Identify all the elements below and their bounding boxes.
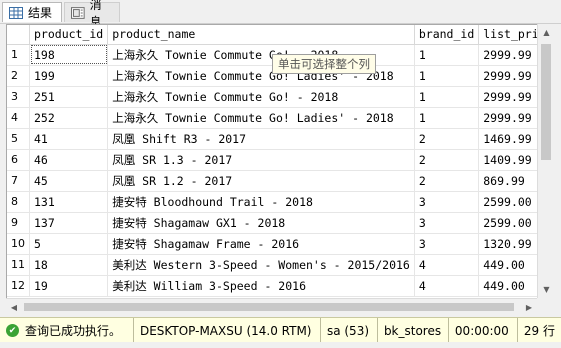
- product-name-cell[interactable]: 美利达 William 3-Speed - 2016: [107, 275, 415, 297]
- product-id-cell[interactable]: 198: [29, 44, 109, 66]
- brand-id-cell[interactable]: 2: [414, 128, 480, 150]
- vertical-scroll-thumb[interactable]: [541, 44, 551, 160]
- product-id-cell[interactable]: 131: [29, 191, 109, 213]
- table-row[interactable]: 7 45 凤凰 SR 1.2 - 2017 2 869.99: [7, 170, 549, 192]
- row-number-cell[interactable]: 8: [7, 191, 30, 213]
- table-row[interactable]: 8 131 捷安特 Bloodhound Trail - 2018 3 2599.00: [7, 191, 549, 213]
- table-row[interactable]: 10 5 捷安特 Shagamaw Frame - 2016 3 1320.99: [7, 233, 549, 255]
- tab-messages[interactable]: 消息: [64, 0, 120, 29]
- scroll-left-icon[interactable]: ◀: [6, 299, 22, 315]
- row-number-cell[interactable]: 5: [7, 128, 30, 150]
- row-number-cell[interactable]: 10: [7, 233, 30, 255]
- product-name-cell[interactable]: 凤凰 SR 1.3 - 2017: [107, 149, 415, 171]
- product-id-cell[interactable]: 19: [29, 275, 109, 297]
- status-server: DESKTOP-MAXSU (14.0 RTM): [134, 318, 321, 343]
- table-row[interactable]: 12 19 美利达 William 3-Speed - 2016 4 449.00: [7, 275, 549, 297]
- status-bar: ✔ 查询已成功执行。 DESKTOP-MAXSU (14.0 RTM) sa (…: [0, 317, 561, 343]
- row-number-cell[interactable]: 2: [7, 65, 30, 87]
- scroll-right-icon[interactable]: ▶: [521, 299, 537, 315]
- brand-id-cell[interactable]: 2: [414, 170, 480, 192]
- table-row[interactable]: 5 41 凤凰 Shift R3 - 2017 2 1469.99: [7, 128, 549, 150]
- status-user: sa (53): [321, 318, 378, 343]
- product-id-cell[interactable]: 252: [29, 107, 109, 129]
- brand-id-cell[interactable]: 3: [414, 233, 480, 255]
- brand-id-cell[interactable]: 1: [414, 86, 480, 108]
- product-id-cell[interactable]: 251: [29, 86, 109, 108]
- row-number-cell[interactable]: 3: [7, 86, 30, 108]
- horizontal-scrollbar[interactable]: ◀ ▶: [6, 298, 537, 315]
- product-name-cell[interactable]: 捷安特 Shagamaw GX1 - 2018: [107, 212, 415, 234]
- table-row[interactable]: 9 137 捷安特 Shagamaw GX1 - 2018 3 2599.00: [7, 212, 549, 234]
- scroll-down-icon[interactable]: ▼: [538, 281, 555, 298]
- brand-id-cell[interactable]: 1: [414, 44, 480, 66]
- product-name-cell[interactable]: 凤凰 Shift R3 - 2017: [107, 128, 415, 150]
- horizontal-scroll-thumb[interactable]: [24, 303, 514, 311]
- product-id-cell[interactable]: 5: [29, 233, 109, 255]
- product-name-cell[interactable]: 上海永久 Townie Commute Go! - 2018: [107, 86, 415, 108]
- results-tab-strip: 结果 消息: [0, 0, 561, 29]
- row-number-cell[interactable]: 4: [7, 107, 30, 129]
- table-row[interactable]: 4 252 上海永久 Townie Commute Go! Ladies' - 20…: [7, 107, 549, 129]
- product-name-cell[interactable]: 上海永久 Townie Commute Go! Ladies' - 2018: [107, 107, 415, 129]
- row-number-cell[interactable]: 1: [7, 44, 30, 66]
- table-row[interactable]: 3 251 上海永久 Townie Commute Go! - 2018 1 2999.…: [7, 86, 549, 108]
- product-id-cell[interactable]: 46: [29, 149, 109, 171]
- window-bottom-edge: [0, 342, 561, 348]
- product-id-cell[interactable]: 18: [29, 254, 109, 276]
- status-elapsed: 00:00:00: [449, 318, 518, 343]
- scroll-up-icon[interactable]: ▲: [538, 24, 555, 41]
- column-header-product-name[interactable]: product_name: [107, 25, 415, 45]
- brand-id-cell[interactable]: 1: [414, 65, 480, 87]
- vertical-scrollbar[interactable]: ▲ ▼: [537, 24, 555, 298]
- grid-icon: [9, 6, 23, 19]
- product-name-cell[interactable]: 美利达 Western 3-Speed - Women's - 2015/201…: [107, 254, 415, 276]
- product-name-cell[interactable]: 凤凰 SR 1.2 - 2017: [107, 170, 415, 192]
- message-icon: [71, 6, 85, 19]
- success-check-icon: ✔: [6, 324, 19, 337]
- brand-id-cell[interactable]: 2: [414, 149, 480, 171]
- status-database: bk_stores: [378, 318, 449, 343]
- status-row-count: 29 行: [523, 324, 555, 338]
- status-message: ✔ 查询已成功执行。: [0, 318, 134, 343]
- column-header-brand-id[interactable]: brand_id: [414, 25, 480, 45]
- tab-results-label: 结果: [28, 6, 53, 20]
- product-id-cell[interactable]: 199: [29, 65, 109, 87]
- brand-id-cell[interactable]: 4: [414, 254, 480, 276]
- status-message-text: 查询已成功执行。: [25, 324, 122, 338]
- row-number-cell[interactable]: 7: [7, 170, 30, 192]
- row-number-cell[interactable]: 11: [7, 254, 30, 276]
- tab-results[interactable]: 结果: [2, 2, 62, 22]
- product-name-cell[interactable]: 捷安特 Shagamaw Frame - 2016: [107, 233, 415, 255]
- column-header-rownum[interactable]: [7, 25, 30, 45]
- table-row[interactable]: 11 18 美利达 Western 3-Speed - Women's - 2015…: [7, 254, 549, 276]
- product-id-cell[interactable]: 41: [29, 128, 109, 150]
- row-number-cell[interactable]: 9: [7, 212, 30, 234]
- scrollbar-corner: [537, 298, 554, 314]
- brand-id-cell[interactable]: 4: [414, 275, 480, 297]
- column-select-tooltip: 单击可选择整个列: [272, 54, 376, 74]
- brand-id-cell[interactable]: 3: [414, 191, 480, 213]
- product-name-cell[interactable]: 捷安特 Bloodhound Trail - 2018: [107, 191, 415, 213]
- row-number-cell[interactable]: 6: [7, 149, 30, 171]
- row-number-cell[interactable]: 12: [7, 275, 30, 297]
- brand-id-cell[interactable]: 3: [414, 212, 480, 234]
- brand-id-cell[interactable]: 1: [414, 107, 480, 129]
- header-row: product_id product_name brand_id list_pr…: [7, 25, 549, 45]
- column-header-product-id[interactable]: product_id: [29, 25, 109, 45]
- product-id-cell[interactable]: 137: [29, 212, 109, 234]
- product-id-cell[interactable]: 45: [29, 170, 109, 192]
- table-row[interactable]: 6 46 凤凰 SR 1.3 - 2017 2 1409.99: [7, 149, 549, 171]
